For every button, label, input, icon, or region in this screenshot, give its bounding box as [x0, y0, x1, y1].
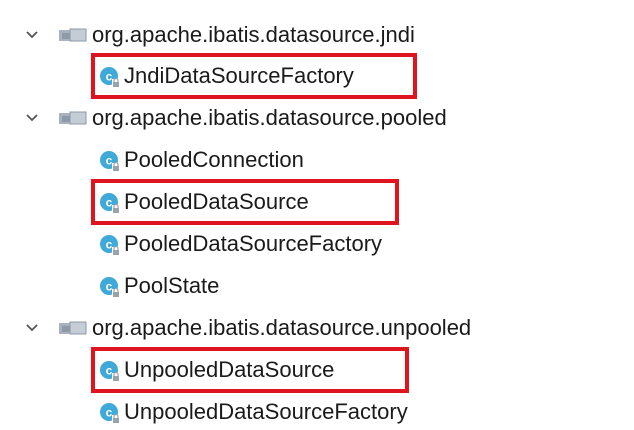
package-icon — [59, 321, 87, 335]
class-label: PooledDataSourceFactory — [124, 231, 383, 256]
chevron-down-icon[interactable] — [24, 320, 40, 336]
highlight-box-pooleddatasource — [91, 179, 399, 225]
svg-text:c: c — [106, 154, 113, 168]
svg-text:c: c — [106, 280, 113, 294]
class-icon: c — [100, 235, 120, 255]
class-label: PooledConnection — [124, 147, 304, 172]
highlight-box-unpooleddatasource — [91, 347, 409, 393]
svg-text:c: c — [106, 406, 113, 420]
highlight-box-jndidatasourcefactory — [91, 53, 417, 99]
class-icon: c — [100, 151, 120, 171]
package-label: org.apache.ibatis.datasource.unpooled — [92, 315, 472, 340]
package-icon — [59, 28, 87, 42]
class-icon: c — [100, 403, 120, 423]
class-label: PoolState — [124, 273, 220, 298]
svg-text:c: c — [106, 238, 113, 252]
package-icon — [59, 111, 87, 125]
chevron-down-icon[interactable] — [24, 110, 40, 126]
package-label: org.apache.ibatis.datasource.pooled — [92, 105, 447, 130]
chevron-down-icon[interactable] — [24, 27, 40, 43]
class-label: UnpooledDataSourceFactory — [124, 399, 408, 424]
package-label: org.apache.ibatis.datasource.jndi — [92, 22, 415, 47]
class-icon: c — [100, 277, 120, 297]
